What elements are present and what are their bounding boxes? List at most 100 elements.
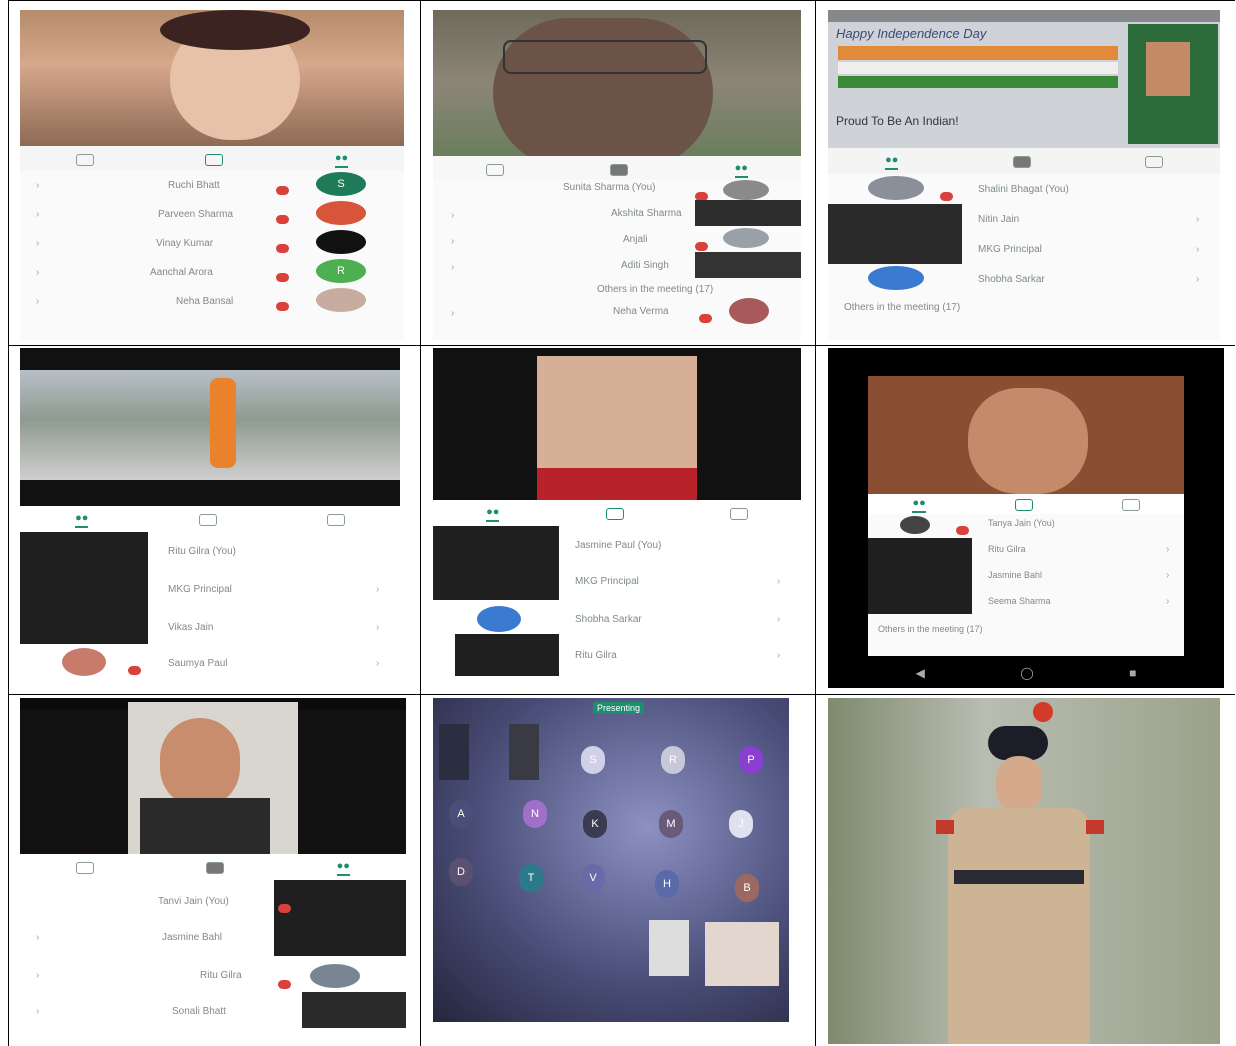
participant-tile[interactable]: P bbox=[739, 746, 763, 774]
chevron-icon[interactable]: › bbox=[1166, 596, 1169, 607]
participant-tile[interactable]: K bbox=[583, 810, 607, 838]
chat-icon[interactable] bbox=[610, 164, 629, 176]
info-icon[interactable] bbox=[76, 862, 95, 874]
participant-video-thumb bbox=[649, 920, 689, 976]
participant-tile[interactable]: H bbox=[655, 870, 679, 898]
participant-row[interactable]: › Vinay Kumar bbox=[20, 230, 404, 260]
chevron-icon[interactable]: › bbox=[36, 209, 39, 220]
avatar bbox=[477, 606, 521, 632]
chevron-icon[interactable]: › bbox=[451, 308, 454, 319]
people-icon[interactable]: ●● bbox=[885, 154, 899, 170]
grid-line bbox=[815, 0, 816, 1046]
chevron-icon[interactable]: › bbox=[36, 267, 39, 278]
participant-video-thumb bbox=[439, 724, 469, 780]
participant-tile[interactable]: V bbox=[581, 864, 605, 892]
chat-icon[interactable] bbox=[1012, 156, 1031, 168]
chevron-icon[interactable]: › bbox=[1196, 214, 1199, 225]
info-icon[interactable] bbox=[729, 508, 748, 520]
participant-video-thumb bbox=[705, 922, 779, 986]
screenshot-panel-1: ●● › Ruchi Bhatt S › Parveen Sharma › Vi… bbox=[20, 10, 404, 340]
info-icon[interactable] bbox=[326, 514, 345, 526]
chevron-icon[interactable]: › bbox=[376, 584, 379, 595]
grid-line bbox=[8, 0, 1235, 1]
participant-tile[interactable]: T bbox=[519, 864, 543, 892]
info-icon[interactable] bbox=[486, 164, 505, 176]
people-icon[interactable]: ●● bbox=[75, 512, 89, 528]
chevron-icon[interactable]: › bbox=[1166, 544, 1169, 555]
participant-row[interactable]: › Neha Bansal bbox=[20, 288, 404, 318]
participant-name: Tanya Jain (You) bbox=[988, 518, 1055, 528]
mute-badge bbox=[276, 273, 289, 282]
chevron-icon[interactable]: › bbox=[36, 932, 39, 943]
screenshot-panel-7: ●● Tanvi Jain (You) › Jasmine Bahl › Rit… bbox=[20, 698, 406, 1038]
avatar bbox=[316, 288, 366, 312]
chevron-icon[interactable]: › bbox=[451, 210, 454, 221]
participant-name: Vinay Kumar bbox=[156, 238, 214, 249]
chevron-icon[interactable]: › bbox=[36, 296, 39, 307]
chevron-icon[interactable]: › bbox=[36, 238, 39, 249]
chevron-icon[interactable]: › bbox=[36, 180, 39, 191]
participant-name: Akshita Sharma bbox=[611, 208, 682, 219]
chevron-icon[interactable]: › bbox=[1196, 274, 1199, 285]
participant-row[interactable]: › Ruchi Bhatt S bbox=[20, 172, 404, 202]
home-icon[interactable]: ◯ bbox=[1020, 666, 1033, 680]
participant-tile[interactable]: N bbox=[523, 800, 547, 828]
chat-icon[interactable] bbox=[205, 154, 224, 166]
chevron-icon[interactable]: › bbox=[376, 622, 379, 633]
participant-name: Shobha Sarkar bbox=[978, 274, 1045, 285]
participant-list: Tanya Jain (You) Ritu Gilra › Jasmine Ba… bbox=[868, 514, 1184, 656]
chevron-icon[interactable]: › bbox=[451, 262, 454, 273]
participant-video-thumb bbox=[868, 538, 972, 614]
participant-row[interactable]: › Parveen Sharma bbox=[20, 201, 404, 231]
mute-badge bbox=[278, 904, 291, 913]
uniform bbox=[948, 808, 1090, 1044]
avatar bbox=[900, 516, 930, 534]
avatar bbox=[723, 180, 769, 200]
chevron-icon[interactable]: › bbox=[1166, 570, 1169, 581]
people-icon[interactable]: ●● bbox=[334, 152, 349, 168]
others-heading: Others in the meeting (17) bbox=[844, 302, 961, 313]
participant-name: Jasmine Paul (You) bbox=[575, 540, 662, 551]
chat-icon[interactable] bbox=[605, 508, 624, 520]
mute-badge bbox=[276, 244, 289, 253]
participant-tile[interactable]: A bbox=[449, 800, 473, 828]
participant-video bbox=[20, 348, 400, 506]
chevron-icon[interactable]: › bbox=[36, 970, 39, 981]
chat-icon[interactable] bbox=[1014, 499, 1033, 511]
participant-tile[interactable]: S bbox=[581, 746, 605, 774]
chevron-icon[interactable]: › bbox=[36, 1006, 39, 1017]
chevron-icon[interactable]: › bbox=[451, 236, 454, 247]
chevron-icon[interactable]: › bbox=[777, 614, 780, 625]
participant-tile[interactable]: B bbox=[735, 874, 759, 902]
info-icon[interactable] bbox=[1121, 499, 1140, 511]
plume bbox=[1033, 702, 1053, 722]
participant-tile[interactable]: M bbox=[659, 810, 683, 838]
avatar bbox=[723, 228, 769, 248]
people-icon[interactable]: ●● bbox=[912, 497, 926, 513]
participant-name: MKG Principal bbox=[575, 576, 639, 587]
back-icon[interactable]: ◀ bbox=[916, 666, 925, 680]
chevron-icon[interactable]: › bbox=[777, 650, 780, 661]
tab-bar: ●● bbox=[433, 502, 801, 526]
participant-tile[interactable]: D bbox=[449, 858, 473, 886]
info-icon[interactable] bbox=[75, 154, 94, 166]
chat-icon[interactable] bbox=[198, 514, 217, 526]
recents-icon[interactable]: ■ bbox=[1129, 666, 1136, 680]
participant-row[interactable]: › Aanchal Arora R bbox=[20, 259, 404, 289]
participant-tile[interactable]: R bbox=[661, 746, 685, 774]
tab-bar: ●● bbox=[828, 150, 1220, 174]
people-icon[interactable]: ●● bbox=[486, 506, 500, 522]
people-icon[interactable]: ●● bbox=[734, 162, 748, 178]
info-icon[interactable] bbox=[1144, 156, 1163, 168]
people-icon[interactable]: ●● bbox=[336, 860, 350, 876]
chevron-icon[interactable]: › bbox=[777, 576, 780, 587]
participant-tile[interactable]: J bbox=[729, 810, 753, 838]
chevron-icon[interactable]: › bbox=[1196, 244, 1199, 255]
avatar bbox=[868, 266, 924, 290]
participant-video bbox=[868, 376, 1184, 494]
mute-badge bbox=[276, 186, 289, 195]
chevron-icon[interactable]: › bbox=[376, 658, 379, 669]
chat-icon[interactable] bbox=[206, 862, 225, 874]
banner-text: Happy Independence Day bbox=[836, 26, 987, 41]
participant-video-thumb bbox=[509, 724, 539, 780]
